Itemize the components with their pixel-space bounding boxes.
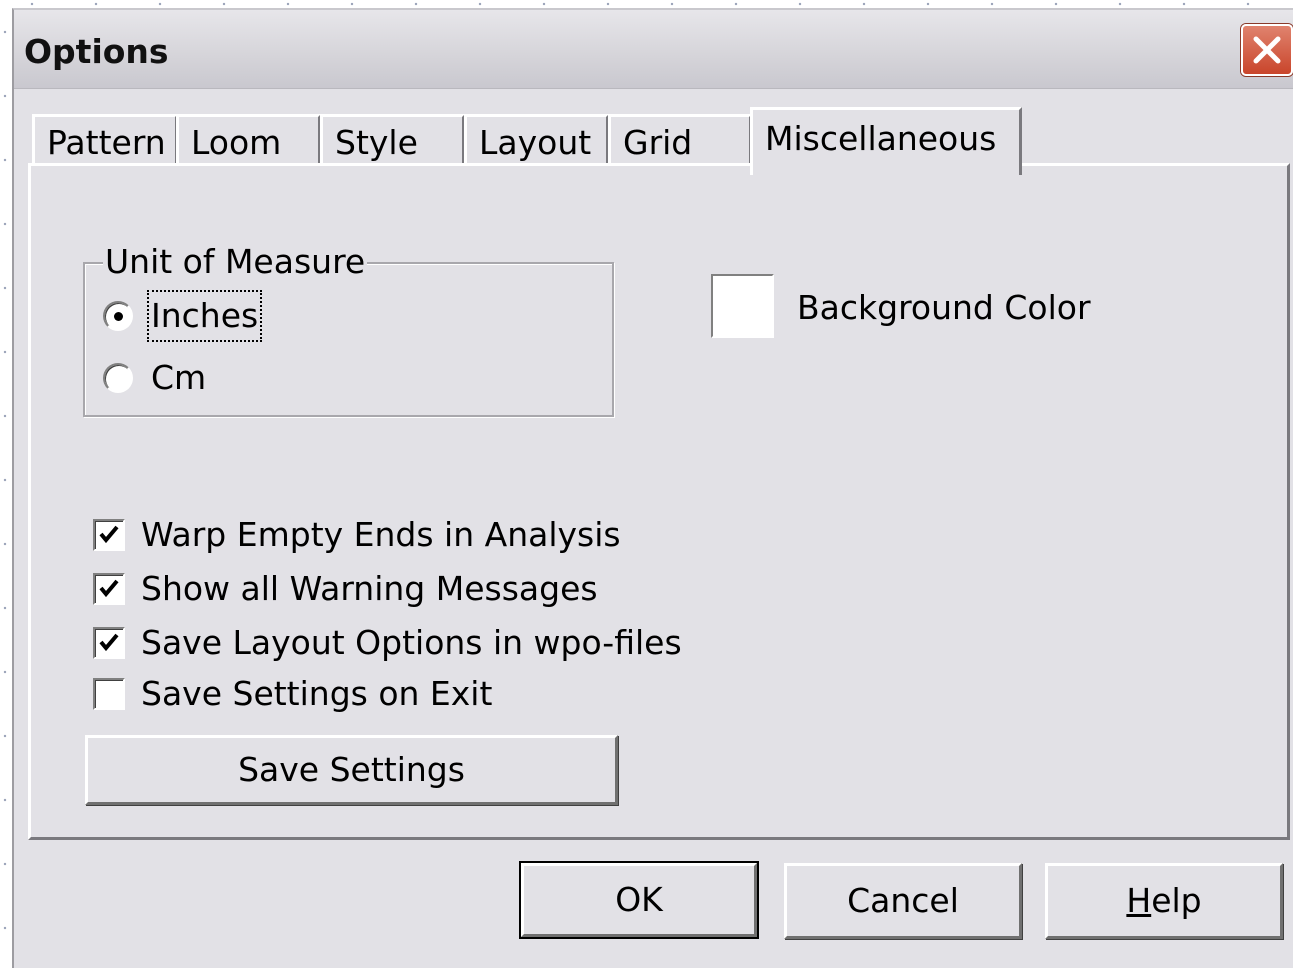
radio-inches-button[interactable] <box>103 301 133 331</box>
ok-button[interactable]: OK <box>521 863 757 937</box>
checkbox-show-warnings-label: Show all Warning Messages <box>141 569 598 608</box>
background-edge-left <box>0 0 10 968</box>
save-settings-button[interactable]: Save Settings <box>85 735 618 805</box>
help-button-mnemonic: H <box>1126 881 1152 920</box>
title-bar[interactable]: Options <box>14 10 1293 89</box>
checkbox-save-settings-on-exit-box[interactable] <box>93 678 125 710</box>
background-color-swatch[interactable] <box>711 274 774 338</box>
unit-of-measure-legend: Unit of Measure <box>103 242 368 282</box>
checkbox-save-layout-options-label: Save Layout Options in wpo-files <box>141 623 682 662</box>
window-title: Options <box>24 32 169 71</box>
tab-miscellaneous[interactable]: Miscellaneous <box>750 107 1022 175</box>
unit-of-measure-group: Unit of Measure Inches Cm <box>83 242 614 417</box>
options-dialog: Options Pattern Loom Style Layout Grid M… <box>12 8 1293 968</box>
background-edge-top <box>0 0 1293 8</box>
miscellaneous-panel: Unit of Measure Inches Cm Background Col… <box>28 163 1290 840</box>
close-icon <box>1253 36 1281 64</box>
checkbox-save-layout-options-box[interactable] <box>93 627 125 659</box>
checkmark-icon <box>99 525 119 544</box>
checkbox-save-settings-on-exit-label: Save Settings on Exit <box>141 674 493 713</box>
checkmark-icon <box>99 633 119 652</box>
checkmark-icon <box>99 579 119 598</box>
radio-cm-button[interactable] <box>103 363 133 393</box>
radio-inches-label: Inches <box>146 290 263 342</box>
checkbox-show-warnings-box[interactable] <box>93 573 125 605</box>
radio-cm-label: Cm <box>151 358 207 397</box>
cancel-button[interactable]: Cancel <box>784 863 1022 939</box>
checkbox-warp-empty-ends-label: Warp Empty Ends in Analysis <box>141 515 621 554</box>
help-button-label: elp <box>1151 881 1202 920</box>
close-button[interactable] <box>1241 24 1293 76</box>
help-button[interactable]: Help <box>1045 863 1283 939</box>
background-color-label: Background Color <box>797 288 1091 327</box>
checkbox-warp-empty-ends-box[interactable] <box>93 519 125 551</box>
